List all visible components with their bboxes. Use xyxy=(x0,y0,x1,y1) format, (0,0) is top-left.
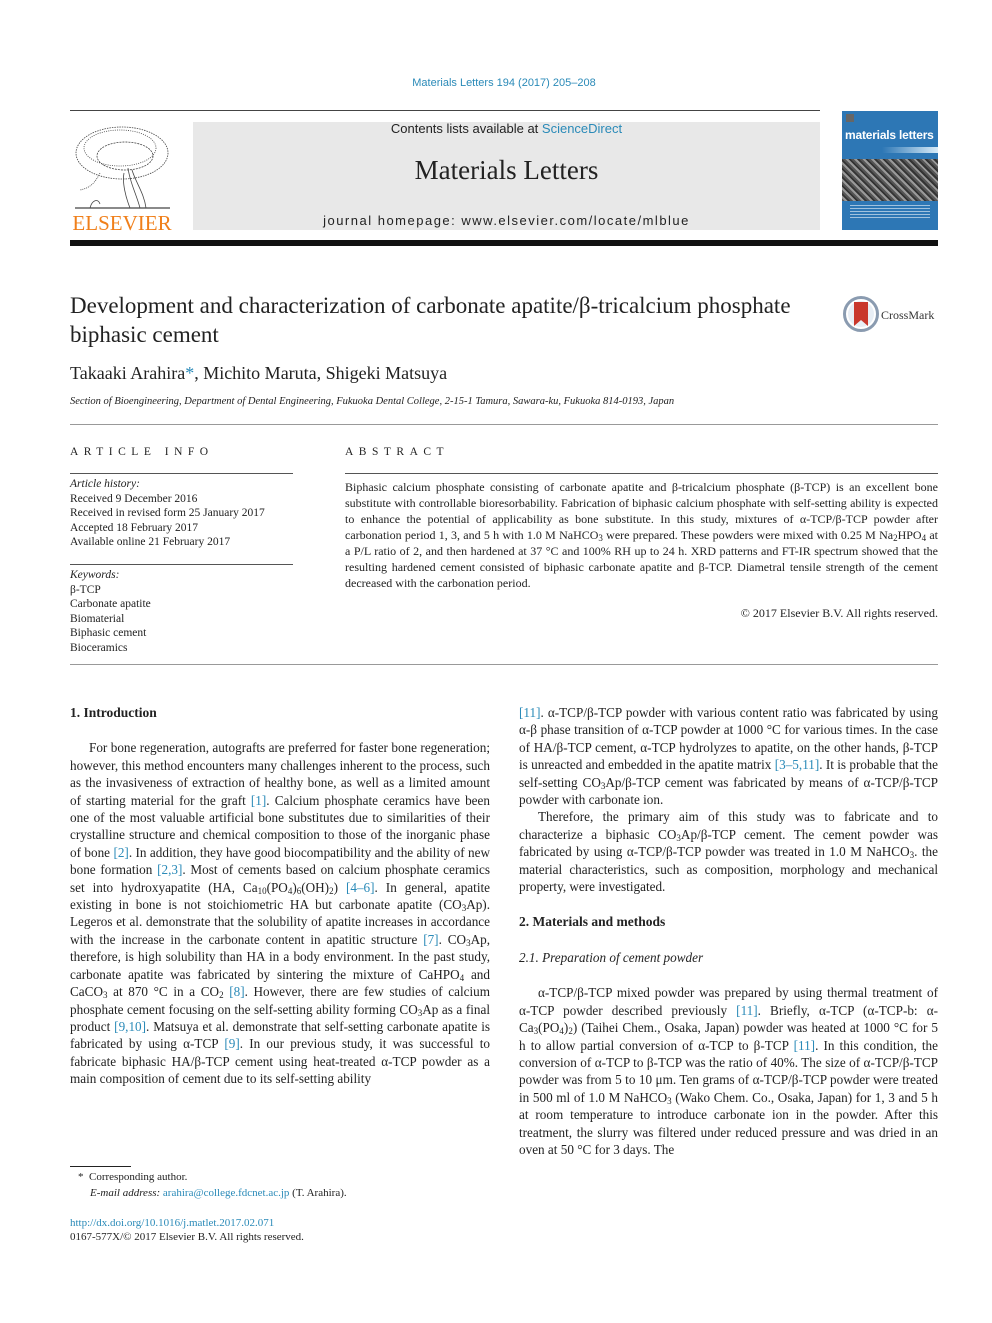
history-item: Available online 21 February 2017 xyxy=(70,536,231,548)
keyword: Carbonate apatite xyxy=(70,598,151,610)
author-name[interactable]: Shigeki Matsuya xyxy=(326,363,448,383)
keyword: Bioceramics xyxy=(70,641,128,654)
citation-link[interactable]: [7] xyxy=(423,932,438,947)
doi-link[interactable]: http://dx.doi.org/10.1016/j.matlet.2017.… xyxy=(70,1217,274,1229)
journal-homepage[interactable]: journal homepage: www.elsevier.com/locat… xyxy=(193,213,820,228)
journal-cover-image[interactable]: materials letters xyxy=(842,111,938,230)
elsevier-tree-icon: ELSEVIER xyxy=(72,126,172,235)
footnote-rule xyxy=(70,1166,131,1167)
abstract-heading: ABSTRACT xyxy=(345,446,450,458)
citation-link[interactable]: [11] xyxy=(794,1038,815,1053)
journal-title: Materials Letters xyxy=(414,155,599,185)
article-title: Development and characterization of carb… xyxy=(70,293,791,347)
crossmark-badge[interactable]: CrossMark xyxy=(843,296,943,334)
affiliation: Section of Bioengineering, Department of… xyxy=(70,396,675,407)
cover-text-lines xyxy=(850,205,930,219)
crossmark-icon xyxy=(843,296,879,332)
abstract-copyright: © 2017 Elsevier B.V. All rights reserved… xyxy=(740,606,938,620)
citation-link[interactable]: [4–6] xyxy=(346,880,375,895)
body-column-left: 1. Introduction For bone regeneration, a… xyxy=(70,704,490,1088)
elsevier-wordmark: ELSEVIER xyxy=(72,211,171,233)
body-column-right: [11]. α-TCP/β-TCP powder with various co… xyxy=(519,704,938,1158)
section-heading-materials-methods: 2. Materials and methods xyxy=(519,914,666,930)
keyword: Biomaterial xyxy=(70,612,125,625)
cover-accent-bar xyxy=(882,147,938,153)
crossmark-label: CrossMark xyxy=(881,308,935,322)
footnote-email: E-mail address: arahira@college.fdcnet.a… xyxy=(90,1187,347,1199)
citation-link[interactable]: [9,10] xyxy=(114,1019,146,1034)
citation-link[interactable]: [1] xyxy=(251,793,266,808)
contents-line: Contents lists available at ScienceDirec… xyxy=(193,121,820,136)
citation-link[interactable]: [3–5,11] xyxy=(775,757,820,772)
article-history-label: Article history: xyxy=(70,478,140,490)
corresponding-author-mark[interactable]: * xyxy=(185,363,194,383)
author-name[interactable]: Michito Maruta xyxy=(203,363,316,383)
keywords: Keywords: β-TCP Carbonate apatite Biomat… xyxy=(70,568,151,655)
citation-link[interactable]: [11] xyxy=(736,1003,757,1018)
contents-prefix: Contents lists available at xyxy=(390,121,542,136)
elsevier-logo[interactable]: ELSEVIER xyxy=(70,118,174,235)
article-history: Article history: Received 9 December 201… xyxy=(70,477,265,550)
history-item: Received in revised form 25 January 2017 xyxy=(70,507,265,519)
divider xyxy=(70,424,938,425)
introduction-paragraph: For bone regeneration, autografts are pr… xyxy=(70,740,490,1087)
cover-title: materials letters xyxy=(845,128,934,142)
citation-link[interactable]: [2,3] xyxy=(157,862,182,877)
history-item: Accepted 18 February 2017 xyxy=(70,521,199,534)
keyword: β-TCP xyxy=(70,583,101,596)
introduction-paragraph: Therefore, the primary aim of this study… xyxy=(519,809,938,895)
divider xyxy=(70,473,293,474)
sciencedirect-link[interactable]: ScienceDirect xyxy=(542,121,622,136)
cover-logo-icon xyxy=(846,114,854,122)
methods-paragraph: α-TCP/β-TCP mixed powder was prepared by… xyxy=(519,985,938,1157)
introduction-paragraph-continued: [11]. α-TCP/β-TCP powder with various co… xyxy=(519,705,939,808)
divider xyxy=(70,664,938,665)
issn-copyright: 0167-577X/© 2017 Elsevier B.V. All right… xyxy=(70,1231,304,1243)
citation-link[interactable]: [8] xyxy=(229,984,244,999)
email-link[interactable]: arahira@college.fdcnet.ac.jp xyxy=(163,1187,289,1199)
keyword: Biphasic cement xyxy=(70,627,147,639)
article-info-heading: ARTICLE INFO xyxy=(70,446,214,458)
keywords-label: Keywords: xyxy=(70,569,120,581)
history-item: Received 9 December 2016 xyxy=(70,492,198,505)
subsection-heading: 2.1. Preparation of cement powder xyxy=(519,949,704,965)
citation-link[interactable]: [9] xyxy=(224,1036,239,1051)
citation-link[interactable]: [2] xyxy=(113,845,128,860)
header-rule xyxy=(70,110,820,111)
divider xyxy=(70,564,293,565)
cover-micrograph xyxy=(842,159,938,201)
author-name[interactable]: Takaaki Arahira xyxy=(70,363,185,383)
footnote-corresponding: * Corresponding author. xyxy=(78,1171,188,1183)
author-list: Takaaki Arahira*, Michito Maruta, Shigek… xyxy=(70,363,448,383)
divider xyxy=(345,473,938,474)
section-heading-introduction: 1. Introduction xyxy=(70,705,157,720)
journal-reference-link[interactable]: Materials Letters 194 (2017) 205–208 xyxy=(0,77,992,89)
abstract-text: Biphasic calcium phosphate consisting of… xyxy=(345,480,938,590)
header-thick-rule xyxy=(70,240,938,246)
citation-link[interactable]: [11] xyxy=(519,705,540,720)
